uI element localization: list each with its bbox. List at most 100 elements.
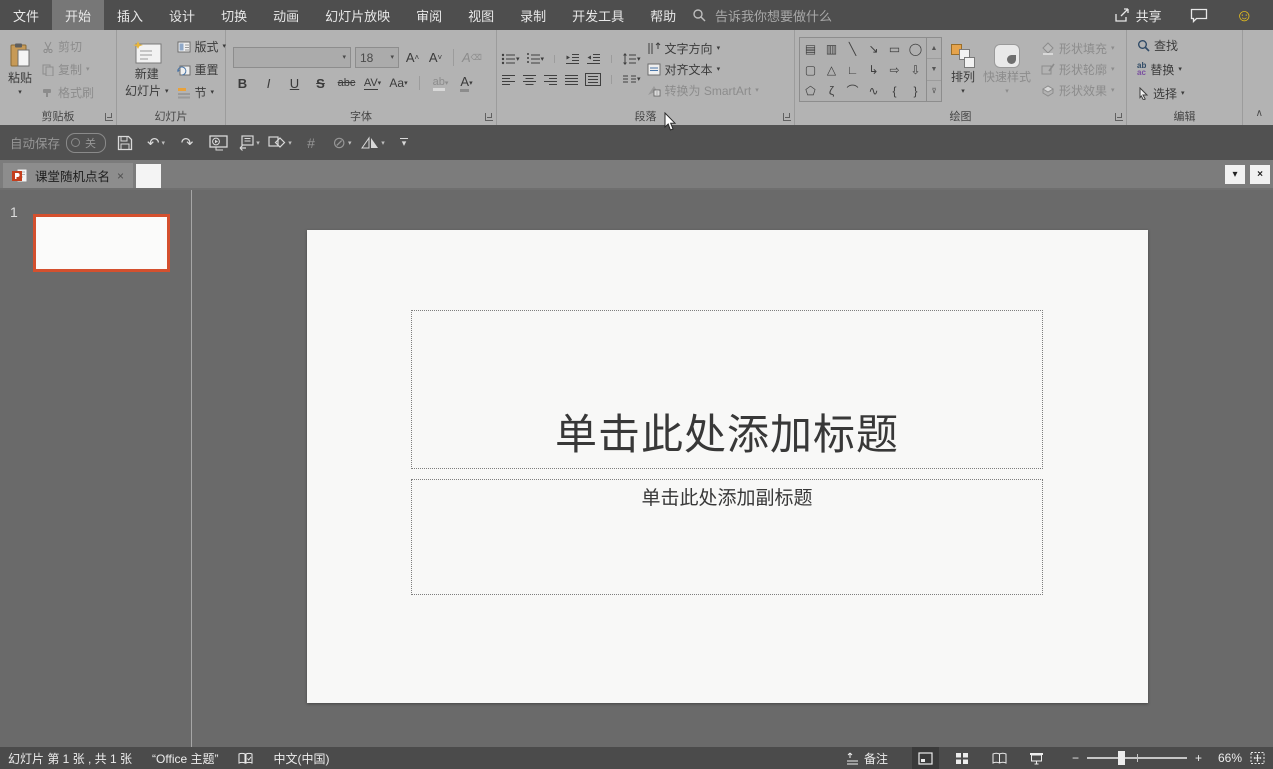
zoom-out-button[interactable]: −	[1072, 751, 1079, 765]
menu-tab-transitions[interactable]: 切换	[208, 0, 260, 30]
shape-arc[interactable]: ⌒	[846, 82, 858, 99]
collapse-ribbon-button[interactable]: ∧	[1256, 108, 1263, 119]
shape-vertical-text-box[interactable]: ▥	[826, 42, 837, 56]
menu-tab-insert[interactable]: 插入	[104, 0, 156, 30]
menu-tab-view[interactable]: 视图	[455, 0, 507, 30]
combine-shapes-button[interactable]: ⊘▾	[330, 130, 354, 156]
justify-button[interactable]	[564, 74, 579, 86]
reset-button[interactable]: 重置	[177, 61, 227, 78]
slide-sorter-view-button[interactable]	[949, 747, 976, 769]
slide-counter[interactable]: 幻灯片 第 1 张 , 共 1 张	[8, 750, 132, 767]
slide-canvas[interactable]: 单击此处添加标题 单击此处添加副标题	[307, 230, 1148, 703]
new-document-tab[interactable]	[136, 164, 161, 188]
font-size-combo[interactable]: 18 ▾	[355, 47, 399, 68]
quick-styles-button[interactable]: 快速样式 ▾	[979, 35, 1035, 104]
bold-button[interactable]: B	[233, 76, 252, 91]
menu-tab-animations[interactable]: 动画	[260, 0, 312, 30]
columns-button[interactable]: ▾	[622, 74, 641, 86]
menu-tab-help[interactable]: 帮助	[637, 0, 689, 30]
flip-shape-button[interactable]: ▾	[361, 130, 385, 156]
convert-smartart-button[interactable]: 转换为 SmartArt ▾	[647, 82, 759, 99]
change-case-button[interactable]: Aa▾	[389, 76, 408, 90]
document-tab[interactable]: 课堂随机点名 ×	[3, 163, 133, 188]
slide-thumbnail-panel[interactable]: 1	[0, 190, 192, 747]
shape-elbow-connector[interactable]: ∟	[847, 63, 859, 77]
slide-show-button[interactable]	[1023, 747, 1050, 769]
menu-tab-file[interactable]: 文件	[0, 0, 52, 30]
cut-button[interactable]: 剪切	[42, 38, 94, 55]
align-center-button[interactable]	[522, 74, 537, 86]
align-text-button[interactable]: 对齐文本 ▾	[647, 61, 759, 78]
shape-line[interactable]: ╲	[849, 42, 856, 56]
reading-view-button[interactable]	[986, 747, 1013, 769]
text-shadow-button[interactable]: S	[311, 76, 330, 91]
shape-oval[interactable]: ◯	[909, 42, 922, 56]
menu-tab-home[interactable]: 开始	[52, 0, 104, 30]
shape-right-arrow[interactable]: ⇨	[889, 63, 899, 77]
arrange-button[interactable]: 排列 ▾	[947, 35, 979, 104]
shape-rectangle[interactable]: ▭	[889, 42, 900, 56]
share-button[interactable]: 共享	[1114, 6, 1162, 25]
shape-down-arrow[interactable]: ⇩	[910, 63, 920, 77]
bullets-button[interactable]: ▾	[501, 53, 520, 65]
shapes-scroll-down-button[interactable]: ▼	[927, 58, 941, 79]
shape-scribble[interactable]: ζ	[829, 84, 834, 98]
paste-button[interactable]: 粘贴 ▾	[4, 35, 36, 104]
shape-outline-button[interactable]: 形状轮廓 ▾	[1041, 61, 1115, 78]
redo-button[interactable]: ↷	[175, 130, 199, 156]
shape-curve[interactable]: ∿	[868, 84, 878, 98]
font-color-button[interactable]: A▾	[457, 74, 476, 92]
notes-button[interactable]: 备注	[846, 750, 888, 767]
language-indicator[interactable]: 中文(中国)	[273, 750, 329, 767]
subtitle-placeholder[interactable]: 单击此处添加副标题	[411, 479, 1043, 595]
zoom-in-button[interactable]: +	[1195, 751, 1202, 765]
shape-line-arrow[interactable]: ↘	[868, 42, 878, 56]
shape-format-button[interactable]: ▾	[268, 130, 292, 156]
undo-button[interactable]: ↶▾	[144, 130, 168, 156]
font-name-combo[interactable]: ▾	[233, 47, 351, 68]
start-from-beginning-button[interactable]	[206, 130, 230, 156]
comments-button[interactable]	[1190, 8, 1208, 23]
find-button[interactable]: 查找	[1137, 37, 1185, 54]
shape-freeform[interactable]: ⬠	[805, 84, 815, 98]
strikethrough-button[interactable]: abc	[337, 77, 356, 89]
copy-button[interactable]: 复制 ▾	[42, 61, 94, 78]
reuse-slides-button[interactable]: ▾	[237, 130, 261, 156]
shrink-font-button[interactable]: A˅	[426, 50, 445, 65]
increase-indent-button[interactable]	[586, 53, 601, 65]
zoom-slider-handle[interactable]	[1118, 751, 1125, 765]
shape-elbow-arrow-connector[interactable]: ↳	[868, 63, 878, 77]
tell-me-search[interactable]: 告诉我你想要做什么	[692, 0, 832, 30]
shape-right-brace[interactable]: }	[913, 84, 917, 98]
select-button[interactable]: 选择 ▾	[1137, 85, 1185, 102]
align-right-button[interactable]	[543, 74, 558, 86]
shape-left-brace[interactable]: {	[892, 84, 896, 98]
autosave-toggle[interactable]: 自动保存 关	[10, 133, 106, 153]
font-dialog-launcher[interactable]	[485, 113, 493, 121]
clipboard-dialog-launcher[interactable]	[105, 113, 113, 121]
character-spacing-button[interactable]: AV▾	[363, 77, 382, 90]
replace-button[interactable]: ab ac 替换 ▾	[1137, 61, 1185, 78]
shape-triangle[interactable]: △	[827, 63, 836, 77]
normal-view-button[interactable]	[912, 747, 939, 769]
close-document-button[interactable]: ×	[1250, 165, 1270, 184]
paragraph-dialog-launcher[interactable]	[783, 113, 791, 121]
numbering-button[interactable]: ▾	[526, 53, 545, 65]
shapes-gallery-more-button[interactable]: ⊽	[927, 80, 941, 101]
highlight-color-button[interactable]: ab▾	[431, 76, 450, 91]
slide-thumbnail-selected[interactable]	[33, 214, 170, 272]
spellcheck-icon[interactable]	[238, 752, 253, 765]
shape-text-box[interactable]: ▤	[805, 42, 816, 56]
menu-tab-record[interactable]: 录制	[507, 0, 559, 30]
crop-button[interactable]: #	[299, 130, 323, 156]
decrease-indent-button[interactable]	[565, 53, 580, 65]
layout-button[interactable]: 版式 ▾	[177, 38, 227, 55]
clear-formatting-button[interactable]: A⌫	[462, 50, 482, 65]
theme-name[interactable]: “Office 主题”	[152, 750, 218, 767]
text-direction-button[interactable]: 文字方向 ▾	[647, 40, 759, 57]
tab-list-dropdown-button[interactable]: ▾	[1225, 165, 1245, 184]
shape-fill-button[interactable]: 形状填充 ▾	[1041, 40, 1115, 57]
italic-button[interactable]: I	[259, 76, 278, 91]
menu-tab-review[interactable]: 审阅	[403, 0, 455, 30]
distribute-text-button[interactable]	[585, 73, 601, 86]
